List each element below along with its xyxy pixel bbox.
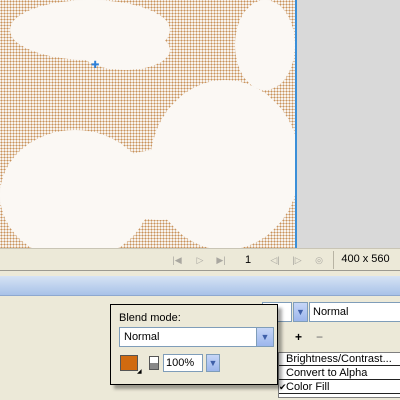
chevron-down-icon[interactable]: ▼ bbox=[293, 302, 308, 322]
chevron-down-icon[interactable]: ▼ bbox=[256, 328, 273, 346]
image-highlight bbox=[235, 0, 295, 90]
status-bar: |◀ ▷ ▶| 1 ◁| |▷ ◎ 400 x 560 bbox=[0, 248, 400, 270]
prev-frame-icon[interactable]: ◁| bbox=[268, 253, 282, 267]
effect-label: Convert to Alpha bbox=[286, 367, 368, 379]
effect-row[interactable]: Brightness/Contrast... bbox=[279, 353, 400, 366]
popup-blend-select[interactable]: Normal ▼ bbox=[119, 327, 274, 347]
effect-row[interactable]: Convert to Alpha bbox=[279, 367, 400, 380]
effect-label: Brightness/Contrast... bbox=[286, 353, 392, 365]
check-icon[interactable]: ✔ bbox=[279, 381, 287, 393]
add-effect-button[interactable]: + bbox=[295, 331, 309, 343]
crosshair-icon: ✚ bbox=[91, 60, 100, 71]
canvas-area: ✚ bbox=[0, 0, 400, 248]
blend-mode-label: Blend mode: bbox=[119, 312, 181, 324]
first-frame-icon[interactable]: |◀ bbox=[170, 253, 184, 267]
loop-icon[interactable]: ◎ bbox=[312, 253, 326, 267]
popup-blend-value: Normal bbox=[124, 331, 160, 343]
panel-titlebar[interactable] bbox=[0, 276, 400, 296]
effects-list: Brightness/Contrast... Convert to Alpha … bbox=[278, 352, 400, 398]
next-frame-icon[interactable]: |▷ bbox=[290, 253, 304, 267]
chevron-down-icon[interactable]: ▼ bbox=[206, 354, 220, 372]
effect-label: Color Fill bbox=[286, 381, 330, 393]
document-canvas[interactable] bbox=[0, 0, 295, 248]
pasteboard bbox=[297, 0, 400, 248]
last-frame-icon[interactable]: ▶| bbox=[214, 253, 228, 267]
frame-number: 1 bbox=[244, 254, 252, 266]
effect-row[interactable]: ✔ Color Fill bbox=[279, 381, 400, 394]
remove-effect-button[interactable]: − bbox=[316, 331, 328, 343]
opacity-icon bbox=[149, 356, 159, 370]
blend-mode-select[interactable]: Normal bbox=[309, 302, 400, 322]
swatch-dropdown-icon[interactable]: ◢ bbox=[137, 369, 143, 375]
blend-mode-popup: Blend mode: Normal ▼ ◢ 100% ▼ bbox=[110, 304, 278, 385]
document-size: 400 x 560 bbox=[333, 251, 397, 269]
play-icon[interactable]: ▷ bbox=[193, 253, 207, 267]
image-highlight bbox=[100, 150, 220, 220]
fill-color-swatch[interactable] bbox=[120, 355, 138, 371]
opacity-input[interactable]: 100% bbox=[163, 354, 203, 372]
